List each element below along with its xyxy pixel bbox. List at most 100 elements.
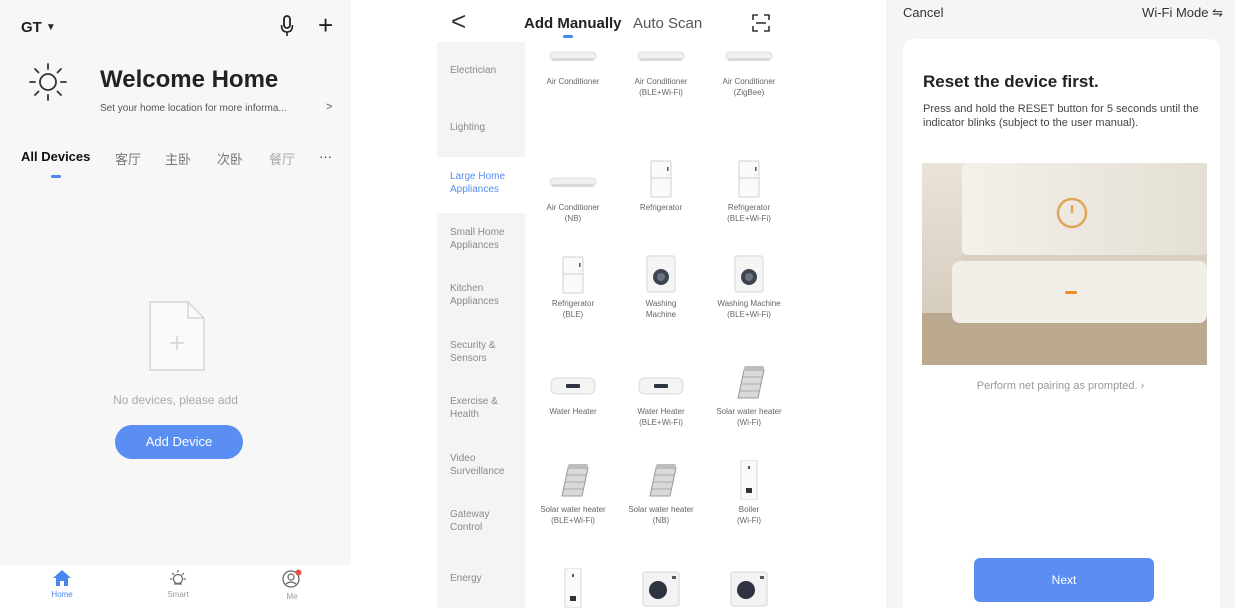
category-item[interactable]: Gateway Control xyxy=(437,508,525,534)
heat-pump-icon xyxy=(636,568,686,608)
back-chevron-icon[interactable]: < xyxy=(451,8,466,34)
scan-qr-icon[interactable] xyxy=(752,14,770,32)
reset-device-screen: Cancel Wi-Fi Mode ⇋ Reset the device fir… xyxy=(886,0,1235,608)
device-tile[interactable]: Refrigerator (BLE+Wi-Fi) xyxy=(705,158,793,224)
empty-document-icon xyxy=(149,301,205,371)
device-label: Refrigerator xyxy=(617,202,705,213)
device-variant: (BLE+Wi-Fi) xyxy=(639,88,683,97)
device-tile[interactable]: Water Heater xyxy=(529,362,617,417)
microphone-icon[interactable] xyxy=(280,15,294,37)
device-variant: (NB) xyxy=(564,214,582,223)
wifi-mode-switch[interactable]: Wi-Fi Mode ⇋ xyxy=(1142,5,1223,21)
device-tile[interactable]: Air Conditioner xyxy=(529,32,617,87)
category-item[interactable]: Small Home Appliances xyxy=(437,226,525,252)
device-name: Refrigerator xyxy=(639,203,683,212)
home-name: GT xyxy=(21,19,42,36)
tab-auto-scan[interactable]: Auto Scan xyxy=(633,15,702,32)
home-selector[interactable]: GT ▼ xyxy=(21,19,56,36)
category-item[interactable]: Electrician xyxy=(437,64,525,77)
device-variant: (BLE+Wi-Fi) xyxy=(551,516,595,525)
air-conditioner-icon xyxy=(724,32,774,72)
washing-machine-icon xyxy=(636,254,686,294)
solar-water-heater-icon xyxy=(548,460,598,500)
device-tile[interactable]: Refrigerator (BLE) xyxy=(529,254,617,320)
device-tile[interactable]: Solar water heater (BLE+Wi-Fi) xyxy=(529,460,617,526)
water-heater-icon xyxy=(636,362,686,402)
tab-all-devices[interactable]: All Devices xyxy=(21,149,90,164)
add-device-button[interactable]: Add Device xyxy=(115,425,243,459)
device-variant: (Wi-Fi) xyxy=(737,418,761,427)
refrigerator-icon xyxy=(548,254,598,294)
tab-living-room[interactable]: 客厅 xyxy=(115,149,141,168)
device-tile[interactable]: Water Heater (BLE+Wi-Fi) xyxy=(617,362,705,428)
device-tile[interactable]: Solar water heater (NB) xyxy=(617,460,705,526)
cancel-button[interactable]: Cancel xyxy=(903,5,943,20)
category-item[interactable]: Kitchen Appliances xyxy=(437,282,525,308)
empty-state-text: No devices, please add xyxy=(113,393,238,407)
sun-weather-icon xyxy=(29,63,67,101)
device-name: Solar water heater xyxy=(716,407,782,416)
device-label: Refrigerator (BLE+Wi-Fi) xyxy=(705,202,793,224)
device-name: Water Heater xyxy=(637,407,685,416)
add-device-screen: < Add Manually Auto Scan Electrician Lig… xyxy=(437,0,799,608)
air-conditioner-icon xyxy=(548,32,598,72)
category-item[interactable]: Lighting xyxy=(437,121,525,134)
tab-dining-room[interactable]: 餐厅 xyxy=(269,149,295,168)
device-label: Air Conditioner (NB) xyxy=(529,202,617,224)
device-name: Washing xyxy=(645,299,677,308)
device-tile[interactable]: Air Conditioner (NB) xyxy=(529,158,617,224)
category-item-selected[interactable]: Large Home Appliances xyxy=(437,157,525,213)
nav-home[interactable]: Home xyxy=(32,569,92,599)
nav-smart-label: Smart xyxy=(167,590,189,599)
next-button[interactable]: Next xyxy=(974,558,1154,602)
reset-description: Press and hold the RESET button for 5 se… xyxy=(923,103,1199,129)
device-tile[interactable]: Air Conditioner (ZigBee) xyxy=(705,32,793,98)
device-label: Solar water heater (NB) xyxy=(617,504,705,526)
device-variant: (ZigBee) xyxy=(733,88,765,97)
device-tile[interactable] xyxy=(529,567,617,608)
washing-machine-icon xyxy=(724,254,774,294)
device-tile[interactable]: Washing Machine xyxy=(617,254,705,320)
boiler-icon xyxy=(548,567,598,608)
device-label: Washing Machine xyxy=(617,298,705,320)
device-tile[interactable]: Air Conditioner (BLE+Wi-Fi) xyxy=(617,32,705,98)
location-chevron-icon[interactable]: > xyxy=(326,101,332,113)
home-icon xyxy=(53,570,71,586)
nav-me-label: Me xyxy=(286,592,298,601)
device-tile[interactable]: Boiler (Wi-Fi) xyxy=(705,459,793,526)
tab-second-bedroom[interactable]: 次卧 xyxy=(217,149,243,168)
tab-master-bedroom[interactable]: 主卧 xyxy=(165,149,191,168)
device-name: Solar water heater xyxy=(628,505,694,514)
device-variant: (BLE+Wi-Fi) xyxy=(727,214,771,223)
device-label: Air Conditioner (ZigBee) xyxy=(705,76,793,98)
category-item[interactable]: Security & Sensors xyxy=(437,339,525,365)
device-label: Air Conditioner (BLE+Wi-Fi) xyxy=(617,76,705,98)
more-tabs-icon[interactable]: ··· xyxy=(319,149,332,164)
device-tile[interactable] xyxy=(617,568,705,608)
device-label: Water Heater xyxy=(529,406,617,417)
device-tile[interactable]: Solar water heater (Wi-Fi) xyxy=(705,362,793,428)
add-plus-icon[interactable]: + xyxy=(318,12,333,38)
device-label: Refrigerator (BLE) xyxy=(529,298,617,320)
device-variant: (BLE+Wi-Fi) xyxy=(639,418,683,427)
air-conditioner-icon xyxy=(548,158,598,198)
nav-me[interactable]: Me xyxy=(262,569,322,601)
device-label: Air Conditioner xyxy=(529,76,617,87)
device-name: Air Conditioner xyxy=(546,77,600,86)
device-tile[interactable]: Refrigerator xyxy=(617,158,705,213)
category-item[interactable]: Exercise & Health xyxy=(437,395,525,421)
device-label: Boiler (Wi-Fi) xyxy=(705,504,793,526)
device-name: Air Conditioner xyxy=(546,203,600,212)
category-item[interactable]: Energy xyxy=(437,572,525,585)
category-item[interactable]: Video Surveillance xyxy=(437,452,525,478)
location-prompt[interactable]: Set your home location for more informa.… xyxy=(100,103,287,114)
solar-water-heater-icon xyxy=(724,362,774,402)
device-label: Solar water heater (Wi-Fi) xyxy=(705,406,793,428)
device-tile[interactable]: Washing Machine (BLE+Wi-Fi) xyxy=(705,254,793,320)
device-variant: (NB) xyxy=(652,516,670,525)
pairing-hint[interactable]: Perform net pairing as prompted. › xyxy=(886,380,1235,392)
nav-smart[interactable]: Smart xyxy=(148,569,208,599)
device-variant: (BLE+Wi-Fi) xyxy=(727,310,771,319)
device-tile[interactable] xyxy=(705,568,793,608)
tab-add-manually[interactable]: Add Manually xyxy=(524,15,622,32)
